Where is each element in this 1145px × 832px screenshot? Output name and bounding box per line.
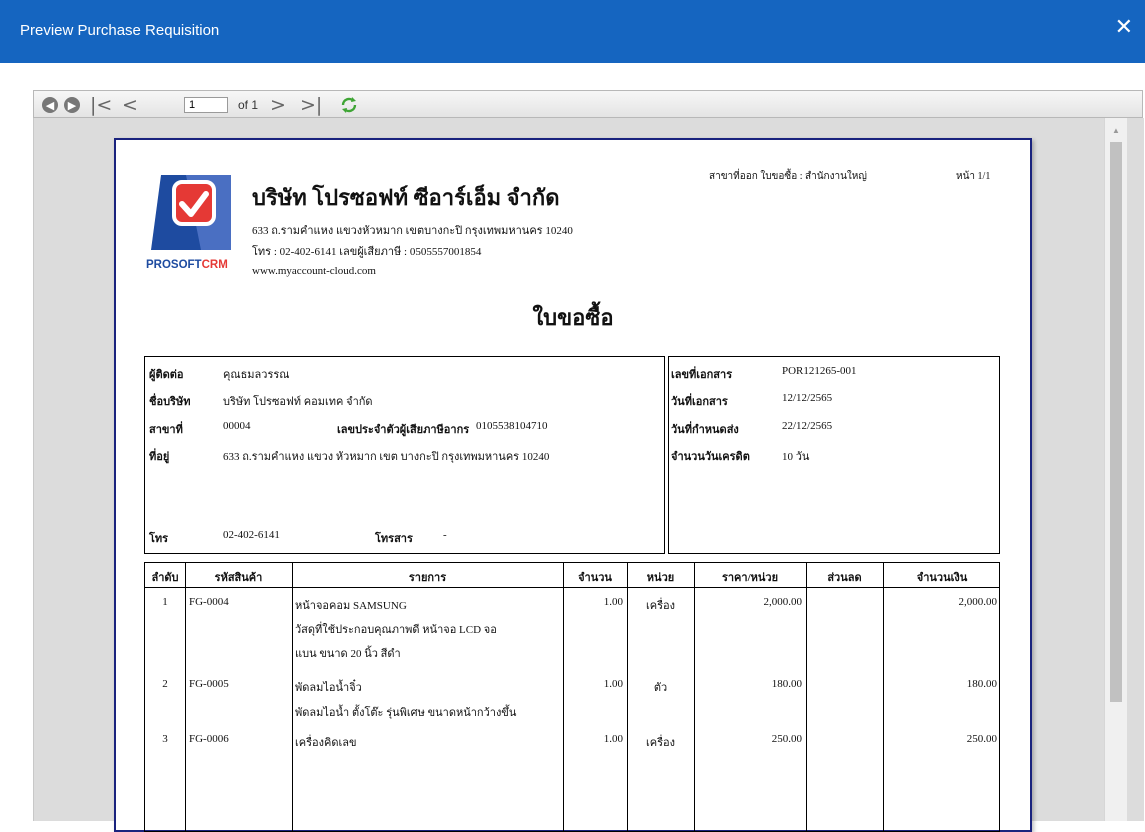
col-header-code: รหัสสินค้า bbox=[214, 572, 263, 584]
credit-days-value: 10 วัน bbox=[782, 451, 810, 463]
docno-value: POR121265-001 bbox=[782, 365, 857, 377]
page-number-input[interactable] bbox=[184, 97, 228, 113]
document-title: ใบขอซื้อ bbox=[532, 305, 614, 330]
row3-qty: 1.00 bbox=[603, 733, 623, 745]
vertical-scrollbar[interactable]: ▲ bbox=[1104, 118, 1127, 821]
row1-amount: 2,000.00 bbox=[958, 596, 998, 608]
dialog-titlebar: Preview Purchase Requisition ✕ bbox=[0, 0, 1145, 63]
row2-desc1: พัดลมไอน้ำ ตั้งโต๊ะ รุ่นพิเศษ ขนาดหน้ากว… bbox=[295, 707, 517, 719]
address-value: 633 ถ.รามคำแหง แขวง หัวหมาก เขต บางกะปิ … bbox=[223, 451, 550, 463]
forward-icon[interactable]: ▶ bbox=[64, 95, 80, 115]
row3-unit: เครื่อง bbox=[645, 737, 675, 749]
col-header-amount: จำนวนเงิน bbox=[916, 572, 968, 584]
page-indicator: หน้า 1/1 bbox=[956, 171, 991, 182]
col-header-item: รายการ bbox=[408, 572, 447, 584]
items-table: ลำดับ รหัสสินค้า รายการ จำนวน หน่วย ราคา… bbox=[144, 562, 1000, 832]
taxid-value: 0105538104710 bbox=[476, 420, 548, 432]
contact-label: ผู้ติดต่อ bbox=[149, 369, 184, 381]
first-page-icon[interactable]: |< bbox=[90, 94, 112, 116]
row2-qty: 1.00 bbox=[603, 678, 623, 690]
company-value: บริษัท โปรซอฟท์ คอมเทค จำกัด bbox=[223, 396, 373, 408]
logo-wordmark: PROSOFTCRM bbox=[146, 259, 228, 271]
row1-qty: 1.00 bbox=[603, 596, 623, 608]
row1-code: FG-0004 bbox=[189, 596, 229, 608]
row3-no: 3 bbox=[162, 733, 168, 745]
next-page-icon[interactable]: > bbox=[270, 94, 286, 116]
col-header-no: ลำดับ bbox=[151, 572, 179, 584]
scroll-thumb[interactable] bbox=[1110, 142, 1122, 702]
row1-desc1: วัสดุที่ใช้ประกอบคุณภาพดี หน้าจอ LCD จอ bbox=[295, 624, 497, 636]
row1-no: 1 bbox=[162, 596, 168, 608]
company-website: www.myaccount-cloud.com bbox=[252, 265, 376, 277]
close-icon[interactable]: ✕ bbox=[1115, 16, 1133, 38]
company-logo bbox=[151, 175, 231, 250]
dialog-title: Preview Purchase Requisition bbox=[20, 22, 220, 39]
row3-price: 250.00 bbox=[771, 733, 802, 745]
row3-amount: 250.00 bbox=[966, 733, 997, 745]
row1-price: 2,000.00 bbox=[763, 596, 803, 608]
col-header-qty: จำนวน bbox=[578, 572, 612, 584]
company-phone-tax: โทร : 02-402-6141 เลขผู้เสียภาษี : 05055… bbox=[252, 246, 482, 258]
row3-name: เครื่องคิดเลข bbox=[295, 737, 357, 749]
row1-desc2: แบน ขนาด 20 นิ้ว สีดำ bbox=[295, 648, 401, 660]
row2-unit: ตัว bbox=[653, 682, 668, 694]
refresh-icon[interactable] bbox=[340, 95, 358, 115]
back-icon[interactable]: ◀ bbox=[42, 95, 58, 115]
last-page-icon[interactable]: >| bbox=[300, 94, 322, 116]
scroll-up-icon[interactable]: ▲ bbox=[1105, 126, 1127, 135]
fax-label: โทรสาร bbox=[375, 533, 413, 545]
phone-label: โทร bbox=[149, 533, 169, 545]
row1-name: หน้าจอคอม SAMSUNG bbox=[295, 600, 407, 612]
credit-days-label: จำนวนวันเครดิต bbox=[671, 451, 750, 463]
row2-name: พัดลมไอน้ำจิ๋ว bbox=[295, 682, 362, 694]
company-address: 633 ถ.รามคำแหง แขวงหัวหมาก เขตบางกะปิ กร… bbox=[252, 225, 573, 237]
branch-label: สาขาที่ bbox=[149, 424, 183, 436]
branch-value: 00004 bbox=[223, 420, 251, 432]
address-label: ที่อยู่ bbox=[149, 451, 170, 463]
due-date-label: วันที่กำหนดส่ง bbox=[671, 424, 739, 436]
row2-price: 180.00 bbox=[771, 678, 802, 690]
row1-unit: เครื่อง bbox=[645, 600, 675, 612]
contact-box: ผู้ติดต่อ คุณธมลวรรณ ชื่อบริษัท บริษัท โ… bbox=[144, 356, 665, 554]
company-name: บริษัท โปรซอฟท์ ซีอาร์เอ็ม จำกัด bbox=[252, 185, 560, 210]
row2-no: 2 bbox=[162, 678, 168, 690]
col-header-discount: ส่วนลด bbox=[827, 572, 862, 584]
row3-code: FG-0006 bbox=[189, 733, 229, 745]
page-count-label: of 1 bbox=[238, 98, 259, 112]
row2-code: FG-0005 bbox=[189, 678, 229, 690]
company-label: ชื่อบริษัท bbox=[149, 396, 191, 408]
col-header-unit: หน่วย bbox=[646, 572, 675, 584]
report-page: PROSOFTCRM บริษัท โปรซอฟท์ ซีอาร์เอ็ม จำ… bbox=[114, 138, 1032, 832]
document-info-box: เลขที่เอกสาร POR121265-001 วันที่เอกสาร … bbox=[668, 356, 1000, 554]
docno-label: เลขที่เอกสาร bbox=[671, 369, 733, 381]
docdate-value: 12/12/2565 bbox=[782, 392, 833, 404]
report-toolbar: ◀ ▶ |< < of 1 > >| bbox=[33, 90, 1143, 118]
due-date-value: 22/12/2565 bbox=[782, 420, 833, 432]
row2-amount: 180.00 bbox=[966, 678, 997, 690]
taxid-label: เลขประจำตัวผู้เสียภาษีอากร bbox=[337, 424, 470, 436]
contact-value: คุณธมลวรรณ bbox=[223, 369, 290, 381]
col-header-price: ราคา/หน่วย bbox=[721, 572, 779, 584]
previous-page-icon[interactable]: < bbox=[122, 94, 138, 116]
phone-value: 02-402-6141 bbox=[223, 529, 280, 541]
fax-value: - bbox=[443, 529, 447, 541]
docdate-label: วันที่เอกสาร bbox=[671, 396, 728, 408]
issuing-branch-label: สาขาที่ออก ใบขอซื้อ : สำนักงานใหญ่ bbox=[709, 171, 867, 182]
